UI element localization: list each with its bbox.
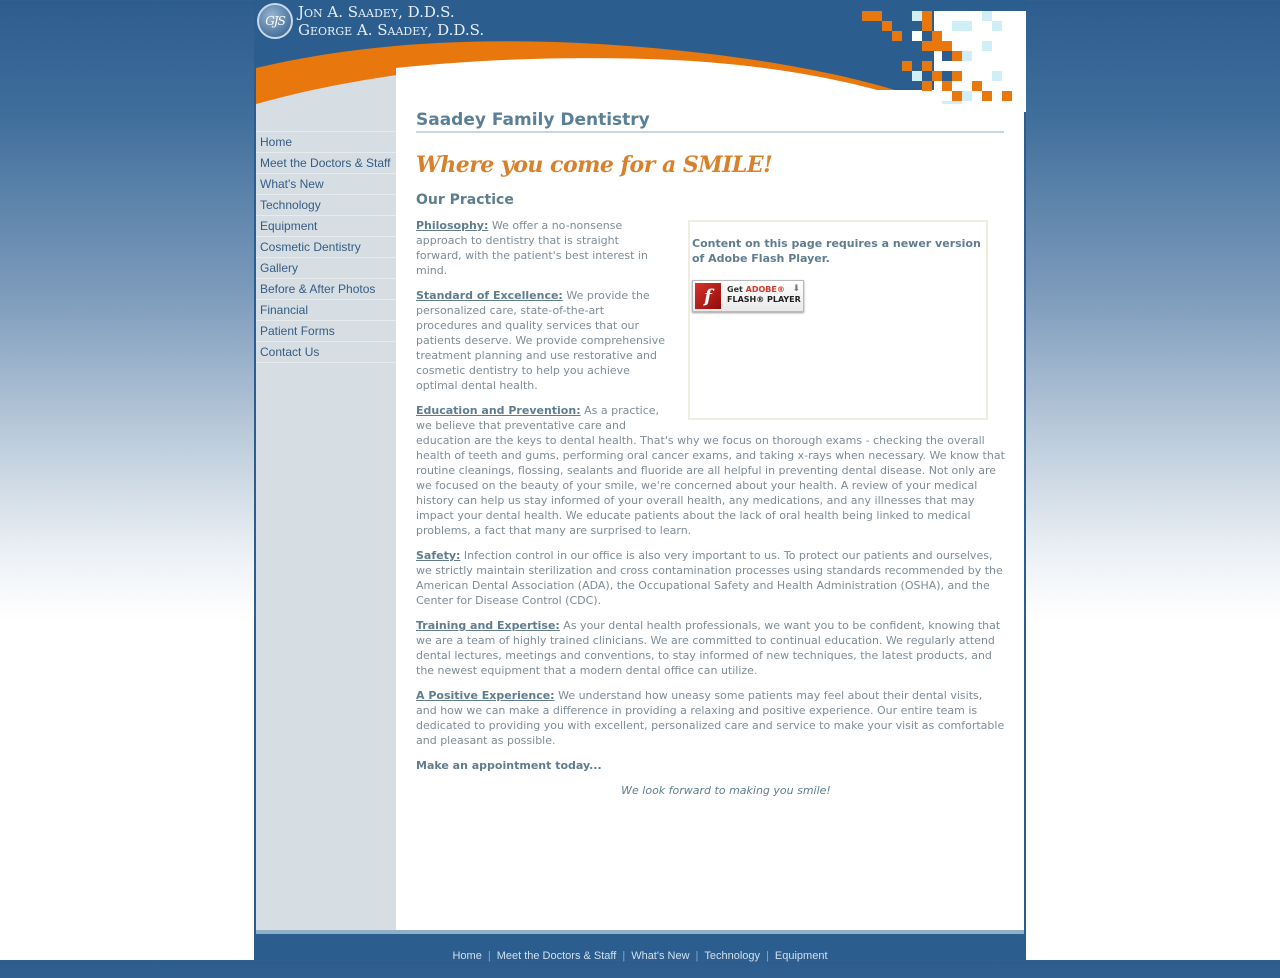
mosaic-tile: [922, 41, 932, 51]
paragraph-text: As a practice, we believe that preventat…: [416, 404, 1005, 537]
mosaic-tile: [902, 61, 912, 71]
footer-link-home[interactable]: Home: [452, 950, 481, 962]
mosaic-tile: [882, 21, 892, 31]
paragraph-training-expertise: Training and Expertise: As your dental h…: [416, 618, 1006, 678]
flash-get-word: Get: [727, 285, 743, 294]
download-arrow-icon: ⬇: [792, 284, 800, 294]
footer-link-whats-new[interactable]: What's New: [631, 950, 689, 962]
practice-logo[interactable]: GJS: [257, 3, 293, 39]
paragraph-education-prevention: Education and Prevention: As a practice,…: [416, 403, 1006, 538]
mosaic-tile: [952, 91, 962, 101]
doctor-name-2: George A. Saadey, D.D.S.: [298, 21, 485, 39]
sidebar-item-contact-us[interactable]: Contact Us: [256, 342, 396, 363]
mosaic-panel: [934, 11, 1026, 112]
closing-line: We look forward to making you smile!: [621, 784, 831, 797]
paragraph-lead-link[interactable]: Philosophy:: [416, 219, 488, 232]
section-heading: Our Practice: [416, 192, 514, 208]
mosaic-tile: [942, 31, 952, 41]
article-body: Content on this page requires a newer ve…: [416, 218, 1006, 808]
mosaic-tile: [982, 11, 992, 21]
mosaic-tile: [892, 31, 902, 41]
mosaic-tile: [912, 11, 922, 21]
mosaic-tile: [932, 31, 942, 41]
mosaic-tile: [992, 71, 1002, 81]
footer-separator: |: [695, 950, 699, 962]
flash-required-message: Content on this page requires a newer ve…: [692, 237, 981, 265]
sidebar-item-technology[interactable]: Technology: [256, 195, 396, 216]
mosaic-tile: [932, 41, 942, 51]
header-banner: GJS Jon A. Saadey, D.D.S. George A. Saad…: [254, 0, 1026, 112]
main-content: Saadey Family Dentistry Where you come f…: [396, 104, 1024, 930]
sidebar-menu: Home Meet the Doctors & Staff What's New…: [256, 131, 396, 363]
mosaic-tile: [962, 71, 972, 81]
sidebar-item-before-after-photos[interactable]: Before & After Photos: [256, 279, 396, 300]
mosaic-tile: [862, 11, 872, 21]
flash-button-player-label: FLASH® PLAYER: [727, 295, 801, 304]
page-container: GJS Jon A. Saadey, D.D.S. George A. Saad…: [254, 0, 1026, 962]
footer-link-equipment[interactable]: Equipment: [775, 950, 828, 962]
mosaic-tile: [942, 71, 952, 81]
sidebar-item-equipment[interactable]: Equipment: [256, 216, 396, 237]
mosaic-tile: [982, 41, 992, 51]
get-flash-player-button[interactable]: f Get ADOBE® FLASH® PLAYER ⬇: [692, 280, 804, 312]
mosaic-tile: [1002, 91, 1012, 101]
sidebar-item-home[interactable]: Home: [256, 132, 396, 153]
footer-separator: |: [766, 950, 769, 962]
mosaic-tile: [942, 81, 952, 91]
footer-separator: |: [487, 950, 491, 962]
mosaic-tile: [932, 71, 942, 81]
sidebar-item-whats-new[interactable]: What's New: [256, 174, 396, 195]
sidebar-nav: Home Meet the Doctors & Staff What's New…: [256, 104, 396, 930]
mosaic-tile: [962, 21, 972, 31]
mosaic-tile: [912, 71, 922, 81]
footer-link-technology[interactable]: Technology: [704, 950, 760, 962]
flash-button-get-label: Get ADOBE®: [727, 285, 785, 295]
mosaic-tile: [982, 91, 992, 101]
mosaic-tile: [962, 51, 972, 61]
sidebar-item-cosmetic-dentistry[interactable]: Cosmetic Dentistry: [256, 237, 396, 258]
mosaic-tile: [942, 41, 952, 51]
paragraph-lead-link[interactable]: A Positive Experience:: [416, 689, 555, 702]
paragraph-text: Infection control in our office is also …: [416, 549, 1003, 607]
paragraph-safety: Safety: Infection control in our office …: [416, 548, 1006, 608]
mosaic-tile: [922, 21, 932, 31]
doctor-name-1: Jon A. Saadey, D.D.S.: [298, 3, 455, 21]
mosaic-tile: [992, 21, 1002, 31]
paragraph-text: We provide the personalized care, state-…: [416, 289, 666, 392]
flash-logo-icon: f: [695, 283, 721, 309]
paragraph-positive-experience: A Positive Experience: We understand how…: [416, 688, 1006, 748]
footer-link-meet-the-doctors[interactable]: Meet the Doctors & Staff: [497, 950, 617, 962]
flash-adobe-word: ADOBE®: [745, 285, 785, 294]
paragraph-lead-link[interactable]: Education and Prevention:: [416, 404, 581, 417]
mosaic-tile: [952, 71, 962, 81]
paragraph-lead-link[interactable]: Standard of Excellence:: [416, 289, 563, 302]
appointment-callout: Make an appointment today...: [416, 759, 602, 772]
mosaic-tile: [962, 91, 972, 101]
paragraph-lead-link[interactable]: Training and Expertise:: [416, 619, 560, 632]
mosaic-tile: [922, 11, 932, 21]
mosaic-tile: [872, 11, 882, 21]
mosaic-tile: [952, 21, 962, 31]
tagline: Where you come for a SMILE!: [416, 152, 773, 178]
mosaic-tile: [972, 81, 982, 91]
footer-nav: Home | Meet the Doctors & Staff | What's New…: [254, 934, 1026, 962]
sidebar-item-gallery[interactable]: Gallery: [256, 258, 396, 279]
site-title: Saadey Family Dentistry: [416, 110, 1004, 133]
mosaic-tile: [922, 61, 932, 71]
paragraph-lead-link[interactable]: Safety:: [416, 549, 460, 562]
mosaic-tile: [932, 91, 942, 101]
footer-separator: |: [622, 950, 626, 962]
sidebar-item-meet-the-doctors[interactable]: Meet the Doctors & Staff: [256, 153, 396, 174]
pixel-mosaic-decoration: [862, 8, 1026, 112]
mosaic-tile: [912, 31, 922, 41]
mosaic-tile: [952, 51, 962, 61]
sidebar-item-patient-forms[interactable]: Patient Forms: [256, 321, 396, 342]
mosaic-tile: [922, 81, 932, 91]
mosaic-tile: [942, 51, 952, 61]
flash-placeholder: Content on this page requires a newer ve…: [688, 220, 988, 420]
sidebar-item-financial[interactable]: Financial: [256, 300, 396, 321]
